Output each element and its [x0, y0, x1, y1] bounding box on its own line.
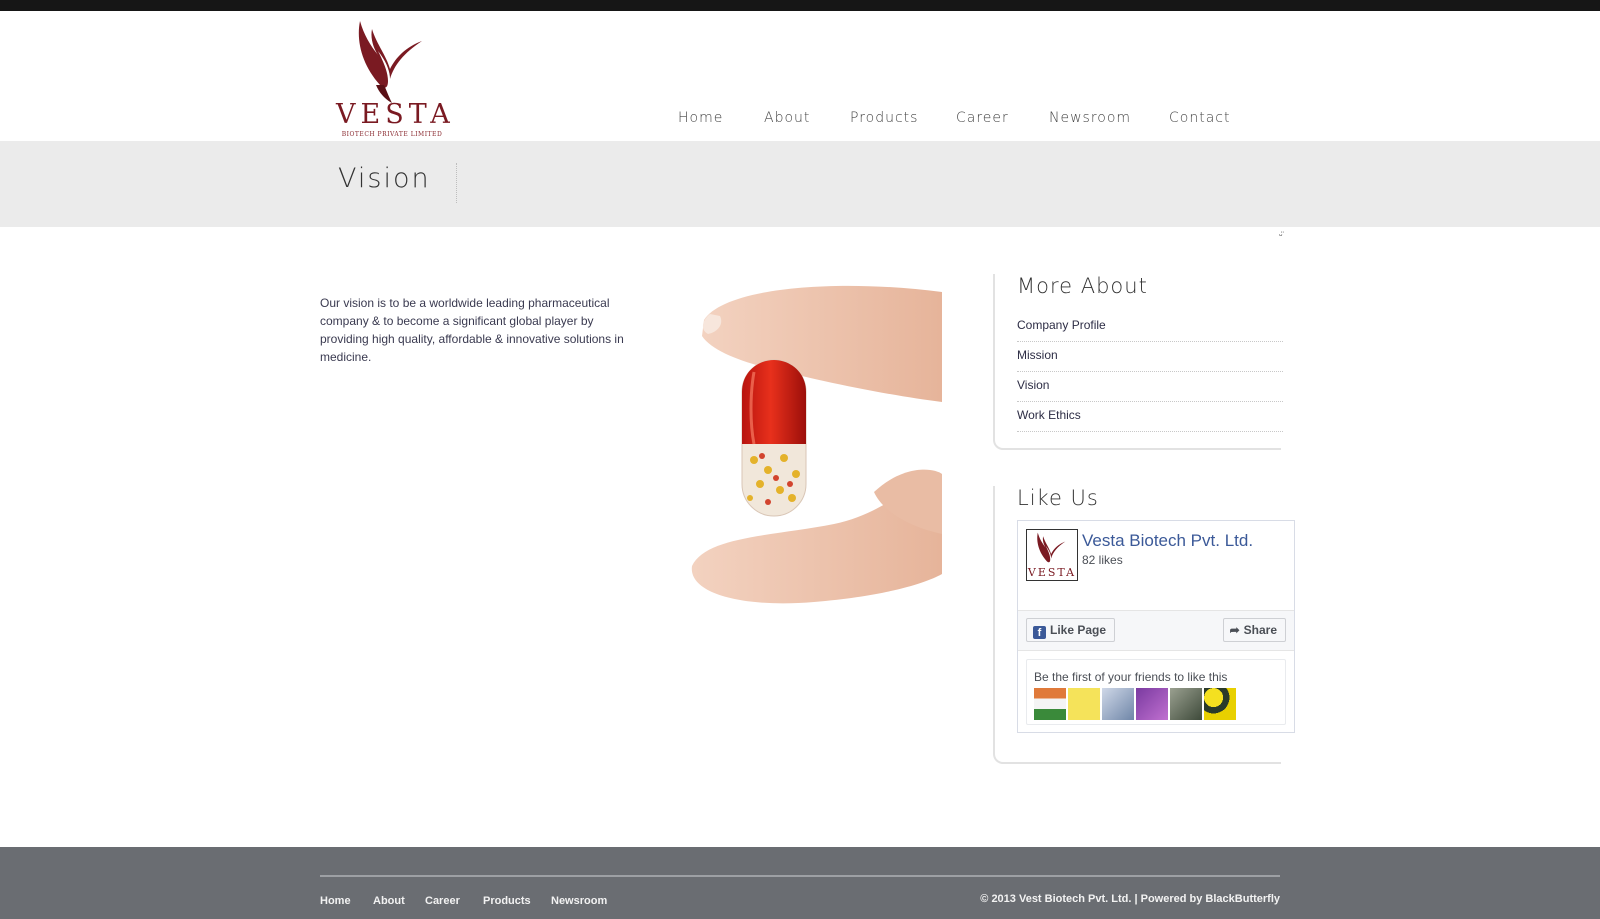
friend-avatar[interactable]	[1204, 688, 1236, 720]
page-title-bar: Vision	[0, 141, 1600, 227]
capsule-photo	[684, 284, 942, 608]
footer-nav-products[interactable]: Products	[483, 895, 531, 907]
share-arrow-icon: ➦	[1229, 623, 1240, 637]
top-bar	[0, 0, 1600, 11]
vision-statement: Our vision is to be a worldwide leading …	[320, 296, 624, 364]
nav-item-products[interactable]: Products	[850, 110, 918, 126]
fb-like-page-button[interactable]: f Like Page	[1026, 618, 1116, 642]
nav-item-about[interactable]: About	[764, 110, 810, 126]
more-about-item-company-profile[interactable]: Company Profile	[1017, 312, 1283, 342]
more-about-item-mission[interactable]: Mission	[1017, 342, 1283, 372]
facebook-f-icon: f	[1033, 626, 1046, 639]
footer-nav-home[interactable]: Home	[320, 895, 351, 907]
facebook-page-plugin: VESTA Vesta Biotech Pvt. Ltd. 82 likes f…	[1017, 520, 1295, 733]
fb-friends-box: Be the first of your friends to like thi…	[1026, 659, 1286, 725]
logo-tagline: BIOTECH PRIVATE LIMITED	[341, 131, 443, 138]
fb-friends-text: Be the first of your friends to like thi…	[1034, 670, 1228, 684]
fb-like-page-label: Like Page	[1050, 623, 1107, 637]
footer-divider	[320, 875, 1280, 877]
fb-likes-count: 82 likes	[1082, 553, 1123, 567]
copyright-text: © 2013 Vest Biotech Pvt. Ltd. | Powered …	[980, 893, 1280, 905]
fb-avatar-wordmark: VESTA	[1027, 566, 1077, 579]
more-about-list: Company Profile Mission Vision Work Ethi…	[1017, 312, 1283, 432]
capsule-illustration	[691, 285, 942, 604]
page-title: Vision	[338, 163, 431, 194]
nav-item-home[interactable]: Home	[678, 110, 723, 126]
vesta-bird-emblem-icon	[358, 21, 422, 103]
vesta-logo[interactable]: VESTA BIOTECH PRIVATE LIMITED	[336, 15, 455, 141]
like-us-title: Like Us	[1017, 486, 1099, 510]
more-about-item-work-ethics[interactable]: Work Ethics	[1017, 402, 1283, 432]
footer-nav-career[interactable]: Career	[425, 895, 460, 907]
more-about-title: More About	[1017, 274, 1148, 298]
fb-share-label: Share	[1243, 623, 1277, 637]
nav-item-contact[interactable]: Contact	[1169, 110, 1230, 126]
more-about-widget: More About Company Profile Mission Visio…	[993, 274, 1283, 450]
nav-item-newsroom[interactable]: Newsroom	[1049, 110, 1131, 126]
fb-page-avatar[interactable]: VESTA	[1026, 529, 1078, 581]
fb-share-button[interactable]: ➦ Share	[1222, 618, 1286, 642]
fb-page-header: VESTA Vesta Biotech Pvt. Ltd. 82 likes	[1018, 521, 1294, 611]
footer-nav-newsroom[interactable]: Newsroom	[551, 895, 607, 907]
title-divider	[456, 163, 457, 203]
fb-page-name-link[interactable]: Vesta Biotech Pvt. Ltd.	[1082, 531, 1253, 551]
friend-avatar[interactable]	[1102, 688, 1134, 720]
scroll-marker: ᵕ̈	[1279, 230, 1283, 240]
friend-avatar[interactable]	[1068, 688, 1100, 720]
friend-avatar[interactable]	[1136, 688, 1168, 720]
logo-wordmark: VESTA	[336, 99, 455, 130]
friend-avatar[interactable]	[1170, 688, 1202, 720]
site-footer: Home About Career Products Newsroom © 20…	[0, 847, 1600, 919]
nav-item-career[interactable]: Career	[956, 110, 1009, 126]
vesta-bird-emblem-icon	[1037, 532, 1066, 563]
more-about-item-vision[interactable]: Vision	[1017, 372, 1283, 402]
like-us-widget: Like Us VESTA Vesta Biotech Pvt. Ltd. 82…	[993, 486, 1295, 764]
footer-nav-about[interactable]: About	[373, 895, 405, 907]
site-header: VESTA BIOTECH PRIVATE LIMITED Home About…	[0, 11, 1600, 141]
friend-avatar[interactable]	[1034, 688, 1066, 720]
fb-actions-bar: f Like Page ➦ Share	[1018, 611, 1294, 651]
